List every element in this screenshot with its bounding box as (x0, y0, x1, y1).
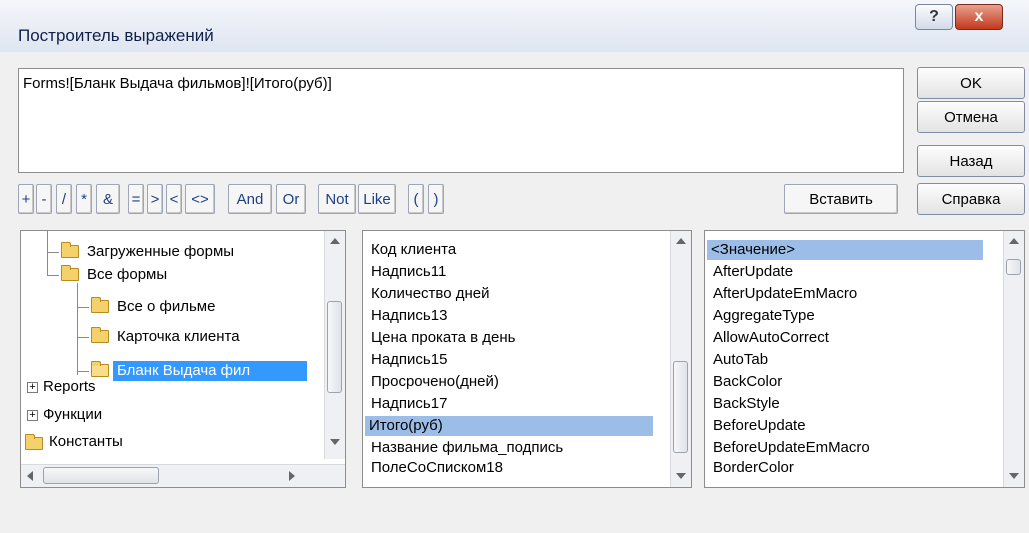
list-item[interactable]: Код клиента (367, 240, 460, 260)
list-item[interactable]: AutoTab (709, 350, 772, 370)
folder-icon (91, 327, 109, 343)
back-button[interactable]: Назад (917, 145, 1025, 177)
operator-concat-button[interactable]: & (96, 184, 120, 214)
operator-plus-button[interactable]: + (18, 184, 34, 214)
field-list-scrollbar[interactable] (670, 231, 691, 487)
scroll-left-icon[interactable] (27, 471, 33, 481)
folder-icon (61, 242, 79, 258)
help-button[interactable]: Справка (917, 183, 1025, 215)
field-list[interactable]: Код клиента Надпись11 Количество дней На… (362, 230, 692, 488)
tree-item-label: Бланк Выдача фил (113, 361, 307, 381)
cancel-button[interactable]: Отмена (917, 101, 1025, 133)
list-item-selected[interactable]: <Значение> (707, 240, 983, 260)
property-list-scrollbar[interactable] (1003, 231, 1024, 487)
scroll-up-icon[interactable] (676, 238, 686, 244)
scroll-up-icon[interactable] (330, 238, 340, 244)
operator-multiply-button[interactable]: * (76, 184, 92, 214)
scroll-thumb[interactable] (1006, 259, 1021, 275)
question-icon: ? (929, 8, 939, 25)
operator-equal-button[interactable]: = (128, 184, 144, 214)
expand-icon[interactable]: + (27, 382, 38, 393)
open-folder-icon (91, 361, 109, 377)
close-button[interactable]: x (955, 4, 1003, 30)
tree-item-label: Все формы (87, 266, 168, 283)
paste-button[interactable]: Вставить (784, 184, 898, 214)
scroll-up-icon[interactable] (1009, 238, 1019, 244)
list-item[interactable]: AggregateType (709, 306, 819, 326)
scroll-thumb[interactable] (673, 361, 688, 453)
operator-not-equal-button[interactable]: <> (185, 184, 215, 214)
list-item[interactable]: BeforeUpdateEmMacro (709, 438, 874, 458)
folder-icon (91, 297, 109, 313)
list-item[interactable]: Цена проката в день (367, 328, 520, 348)
operator-close-paren-button[interactable]: ) (428, 184, 444, 214)
tree-item-label: Все о фильме (117, 298, 216, 315)
tree-horizontal-scrollbar[interactable] (21, 464, 345, 487)
list-item[interactable]: BackColor (709, 372, 786, 392)
help-caption-button[interactable]: ? (915, 4, 953, 30)
list-item[interactable]: AllowAutoCorrect (709, 328, 833, 348)
list-item[interactable]: Надпись17 (367, 394, 451, 414)
tree-item-label: Загруженные формы (87, 243, 235, 260)
expand-icon[interactable]: + (27, 410, 38, 421)
scroll-right-icon[interactable] (289, 471, 295, 481)
scroll-thumb[interactable] (327, 301, 342, 393)
operator-not-button[interactable]: Not (318, 184, 356, 214)
list-item[interactable]: Надпись11 (367, 262, 450, 282)
list-item[interactable]: BeforeUpdate (709, 416, 810, 436)
list-item[interactable]: Название фильма_подпись (367, 438, 567, 458)
list-item[interactable]: ПолеСоСписком18 (367, 458, 507, 478)
operator-greater-button[interactable]: > (147, 184, 163, 214)
window-title: Построитель выражений (18, 26, 214, 45)
tree-item-label: Функции (43, 406, 103, 423)
scroll-down-icon[interactable] (1009, 473, 1019, 479)
list-item[interactable]: AfterUpdateEmMacro (709, 284, 861, 304)
list-item[interactable]: BorderColor (709, 458, 798, 478)
scroll-down-icon[interactable] (676, 473, 686, 479)
scroll-thumb[interactable] (43, 467, 159, 484)
property-list[interactable]: <Значение> AfterUpdate AfterUpdateEmMacr… (704, 230, 1025, 488)
operator-minus-button[interactable]: - (36, 184, 52, 214)
folder-icon (61, 265, 79, 281)
operator-like-button[interactable]: Like (358, 184, 396, 214)
list-item[interactable]: Надпись13 (367, 306, 451, 326)
operator-less-button[interactable]: < (166, 184, 182, 214)
list-item[interactable]: BackStyle (709, 394, 784, 414)
operator-divide-button[interactable]: / (56, 184, 72, 214)
tree-item-label: Карточка клиента (117, 328, 240, 345)
object-tree[interactable]: Загруженные формы Все формы Все о фильме… (20, 230, 346, 488)
list-item[interactable]: Просрочено(дней) (367, 372, 503, 392)
close-icon: x (974, 8, 984, 25)
expression-input[interactable]: Forms![Бланк Выдача фильмов]![Итого(руб)… (18, 68, 904, 173)
tree-item-label: Константы (49, 433, 123, 450)
list-item[interactable]: Надпись15 (367, 350, 451, 370)
tree-vertical-scrollbar[interactable] (324, 231, 345, 459)
operator-and-button[interactable]: And (228, 184, 272, 214)
ok-button[interactable]: OK (917, 67, 1025, 99)
list-item-selected[interactable]: Итого(руб) (365, 416, 653, 436)
operator-open-paren-button[interactable]: ( (408, 184, 424, 214)
tree-item-label: Reports (43, 378, 96, 395)
list-item[interactable]: Количество дней (367, 284, 493, 304)
folder-icon (25, 434, 43, 450)
operator-or-button[interactable]: Or (276, 184, 306, 214)
scroll-down-icon[interactable] (330, 439, 340, 445)
list-item[interactable]: AfterUpdate (709, 262, 797, 282)
